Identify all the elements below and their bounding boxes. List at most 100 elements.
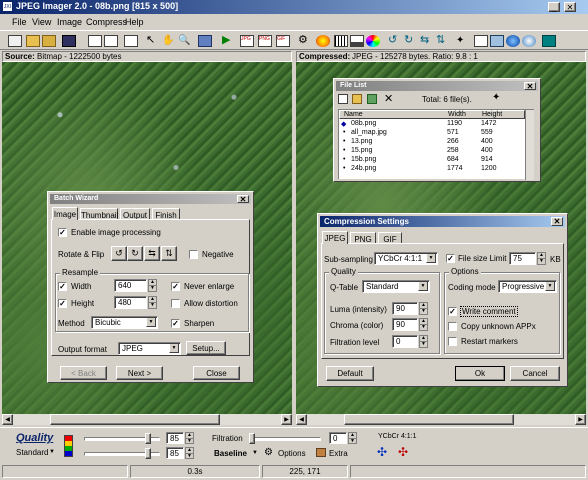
col-height[interactable]: Height [482, 111, 502, 118]
exit-icon[interactable] [542, 35, 556, 47]
method-select[interactable]: Bicubic ▼ [91, 316, 158, 329]
rotate-left-icon[interactable]: ↺ [388, 35, 402, 47]
negative-checkbox[interactable] [189, 250, 198, 259]
extra-button[interactable]: Extra [329, 449, 348, 458]
back-button[interactable]: < Back [60, 366, 107, 380]
allow-distortion-checkbox[interactable] [171, 299, 180, 308]
file-list-scrollbar[interactable] [525, 110, 534, 180]
tab-image[interactable]: Image [52, 207, 78, 220]
extra-icon[interactable] [316, 448, 326, 457]
flip-vertical-button[interactable]: ⇅ [161, 246, 177, 261]
table-row[interactable]: • all_map.jpg 571 559 [339, 129, 534, 137]
height-checkbox[interactable]: ✓ [58, 299, 67, 308]
prev-icon[interactable] [88, 35, 102, 47]
info-icon[interactable] [522, 35, 536, 47]
hand-icon[interactable]: ✋ [162, 35, 176, 47]
file-size-limit-checkbox[interactable]: ✓ [446, 254, 455, 263]
scroll-thumb[interactable] [50, 414, 220, 425]
scroll-right-button[interactable]: ▶ [281, 414, 292, 425]
next-button[interactable]: Next > [116, 366, 163, 380]
grid-icon[interactable] [334, 35, 348, 47]
filtration-slider-thumb[interactable] [249, 433, 255, 444]
width-spinner[interactable]: ▲ ▼ [148, 279, 157, 292]
setup-button[interactable]: Setup... [186, 341, 226, 355]
coding-mode-select[interactable]: Progressive ▼ [498, 280, 557, 293]
table-row[interactable]: • 13.png 266 400 [339, 138, 534, 146]
ok-button[interactable]: Ok [455, 366, 505, 381]
luma-spinner[interactable]: ▲ ▼ [419, 302, 428, 315]
add-folder-icon[interactable] [352, 94, 362, 104]
menu-view[interactable]: View [32, 17, 51, 27]
menu-image[interactable]: Image [57, 17, 82, 27]
width-checkbox[interactable]: ✓ [58, 282, 67, 291]
color-icon[interactable] [316, 35, 330, 47]
rotate-left-button[interactable]: ↺ [111, 246, 127, 261]
quality-value-2[interactable]: 85 [166, 447, 184, 459]
menu-file[interactable]: File [12, 17, 27, 27]
new-icon[interactable] [8, 35, 22, 47]
cancel-button[interactable]: Cancel [510, 366, 560, 381]
quality-spinner-1[interactable]: ▲ ▼ [185, 432, 194, 444]
close-icon[interactable]: ✕ [237, 195, 249, 204]
delete-icon[interactable]: ✕ [384, 92, 393, 105]
quality-value-1[interactable]: 85 [166, 432, 184, 444]
table-row[interactable]: • 15.png 258 400 [339, 147, 534, 155]
next-icon[interactable] [104, 35, 118, 47]
quality-slider-thumb-2[interactable] [145, 448, 151, 459]
tab-png[interactable]: PNG [350, 232, 376, 244]
wand-icon[interactable]: ✦ [492, 92, 500, 103]
luma-input[interactable]: 90 [392, 302, 418, 315]
compressed-scrollbar[interactable]: ◀ ▶ [296, 414, 586, 425]
tab-gif[interactable]: GIF [378, 232, 402, 244]
copy-app-checkbox[interactable] [448, 322, 457, 331]
close-button[interactable]: ✕ [564, 2, 576, 12]
scroll-right-button[interactable]: ▶ [575, 414, 586, 425]
flip-horizontal-button[interactable]: ⇆ [144, 246, 160, 261]
minimize-button[interactable]: _ [548, 2, 560, 12]
quality-slider-thumb-1[interactable] [145, 433, 151, 444]
flip-icon[interactable]: ⇆ [420, 35, 434, 47]
batch-icon[interactable] [490, 35, 504, 47]
chevron-down-icon[interactable]: ▼ [252, 450, 258, 456]
list-icon[interactable] [474, 35, 488, 47]
table-row[interactable]: • 24b.png 1774 1200 [339, 165, 534, 173]
refresh-icon[interactable] [367, 94, 377, 104]
sharpen-checkbox[interactable]: ✓ [171, 319, 180, 328]
col-name[interactable]: Name [344, 111, 363, 118]
fit-icon[interactable] [198, 35, 212, 47]
filtration-input[interactable]: 0 [392, 335, 418, 348]
tab-thumbnail[interactable]: Thumbnail [80, 208, 118, 220]
table-row[interactable]: • 15b.png 684 914 [339, 156, 534, 164]
chevron-down-icon[interactable]: ▼ [49, 449, 55, 455]
tab-jpeg[interactable]: JPEG [322, 231, 348, 244]
filtration-slider-track[interactable] [249, 437, 321, 441]
menu-help[interactable]: Help [125, 17, 144, 27]
close-icon[interactable]: ✕ [551, 217, 563, 226]
subsample-red-icon[interactable]: ✣ [398, 445, 408, 459]
file-size-spinner[interactable]: ▲ ▼ [537, 252, 546, 265]
write-comment-checkbox[interactable]: ✓ [448, 307, 457, 316]
restart-markers-checkbox[interactable] [448, 337, 457, 346]
qtable-select[interactable]: Standard ▼ [362, 280, 430, 293]
pointer-icon[interactable]: ↖ [146, 35, 160, 47]
height-spinner[interactable]: ▲ ▼ [148, 296, 157, 309]
filtration-spinner[interactable]: ▲ ▼ [348, 432, 357, 444]
output-format-select[interactable]: JPEG ▼ [118, 342, 181, 355]
zoom-icon[interactable]: 🔍 [178, 35, 192, 47]
histogram-icon[interactable] [350, 35, 364, 47]
tab-finish[interactable]: Finish [152, 208, 180, 220]
scroll-thumb[interactable] [344, 414, 514, 425]
filtration-value[interactable]: 0 [329, 432, 347, 444]
save-icon[interactable] [62, 35, 76, 47]
run-icon[interactable]: ▶ [222, 35, 236, 47]
tab-output[interactable]: Output [120, 208, 150, 220]
wand-icon[interactable]: ✦ [456, 35, 470, 47]
gif-icon[interactable]: GIF [276, 35, 290, 47]
filtration-spinner[interactable]: ▲ ▼ [419, 335, 428, 348]
scroll-left-button[interactable]: ◀ [2, 414, 13, 425]
close-icon[interactable]: ✕ [524, 82, 536, 91]
height-input[interactable]: 480 [114, 296, 147, 309]
close-button[interactable]: Close [193, 366, 240, 380]
default-button[interactable]: Default [326, 366, 374, 381]
menu-compress[interactable]: Compress [86, 17, 127, 27]
